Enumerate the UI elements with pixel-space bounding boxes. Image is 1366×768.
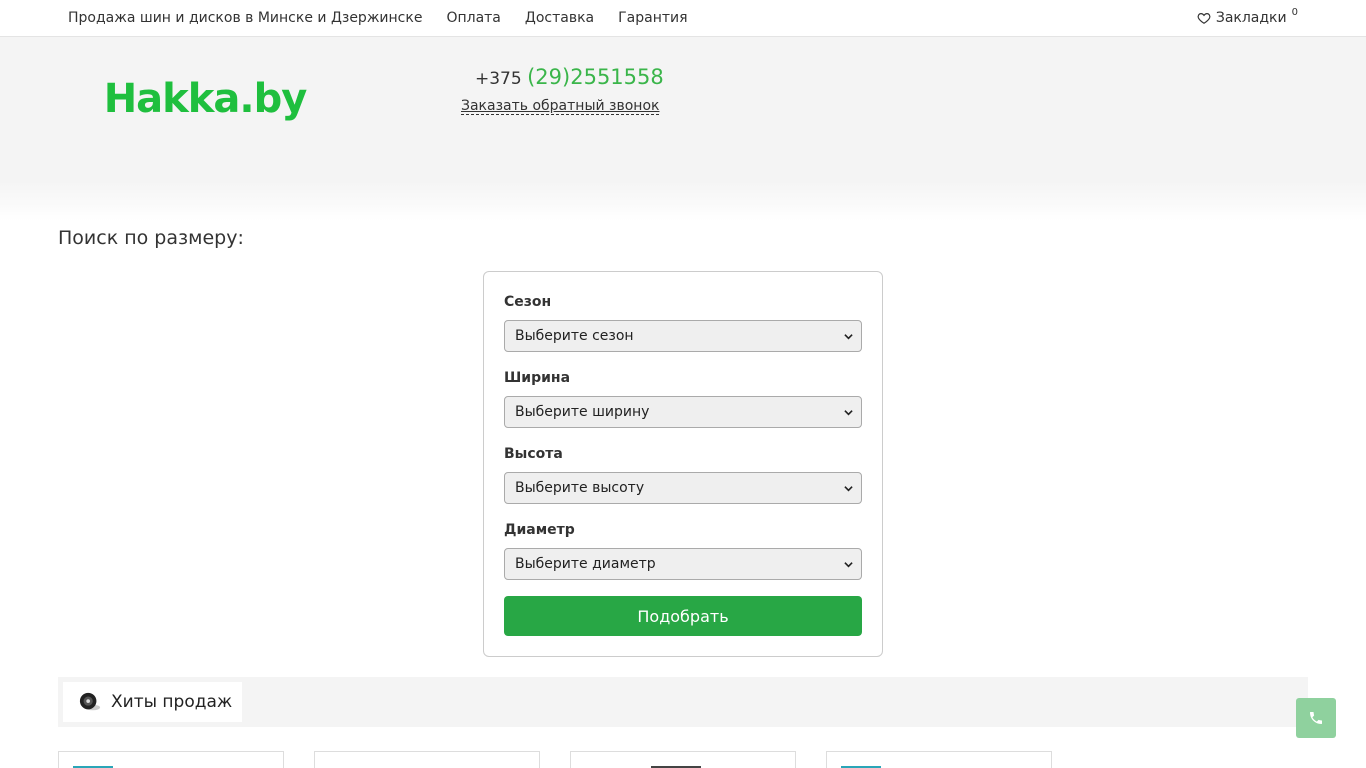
size-search-form: Сезон Выберите сезон Ширина Выберите шир… <box>483 271 883 657</box>
phone-prefix: +375 <box>475 69 522 89</box>
bookmarks-count: 0 <box>1291 6 1298 18</box>
tab-hits[interactable]: Хиты продаж <box>63 682 242 722</box>
nav-link-payment[interactable]: Оплата <box>446 10 500 26</box>
width-select-value: Выберите ширину <box>515 404 650 420</box>
hits-section-bar: Хиты продаж <box>58 677 1308 727</box>
width-select[interactable]: Выберите ширину <box>504 396 862 428</box>
season-select[interactable]: Выберите сезон <box>504 320 862 352</box>
phone-icon <box>1310 712 1322 724</box>
season-label: Сезон <box>504 294 552 310</box>
chevron-down-icon <box>844 410 853 416</box>
product-card[interactable] <box>826 751 1052 768</box>
phone-digits: (29)2551558 <box>527 65 664 89</box>
site-header: Hakka.by +375 (29)2551558 Заказать обрат… <box>0 37 1366 181</box>
season-select-value: Выберите сезон <box>515 328 634 344</box>
tire-icon <box>79 692 101 711</box>
height-select-value: Выберите высоту <box>515 480 645 496</box>
diameter-label: Диаметр <box>504 522 575 538</box>
nav-link-sales[interactable]: Продажа шин и дисков в Минске и Дзержинс… <box>68 10 422 26</box>
callback-link[interactable]: Заказать обратный звонок <box>461 98 660 115</box>
search-title: Поиск по размеру: <box>58 227 244 249</box>
chevron-down-icon <box>844 334 853 340</box>
diameter-select-value: Выберите диаметр <box>515 556 656 572</box>
submit-search-button[interactable]: Подобрать <box>504 596 862 636</box>
diameter-select[interactable]: Выберите диаметр <box>504 548 862 580</box>
logo[interactable]: Hakka.by <box>60 58 350 140</box>
chevron-down-icon <box>844 562 853 568</box>
top-bar: Продажа шин и дисков в Минске и Дзержинс… <box>0 0 1366 37</box>
top-navigation: Продажа шин и дисков в Минске и Дзержинс… <box>68 0 688 36</box>
phone-number[interactable]: +375 (29)2551558 <box>475 65 664 89</box>
height-select[interactable]: Выберите высоту <box>504 472 862 504</box>
hits-title: Хиты продаж <box>111 692 233 712</box>
product-card[interactable] <box>314 751 540 768</box>
header-fade <box>0 181 1366 221</box>
nav-link-warranty[interactable]: Гарантия <box>618 10 687 26</box>
width-label: Ширина <box>504 370 571 386</box>
bookmarks-label: Закладки <box>1215 10 1287 26</box>
chevron-down-icon <box>844 486 853 492</box>
bookmarks-link[interactable]: Закладки 0 <box>1197 0 1298 36</box>
product-cards <box>58 751 1058 768</box>
product-card[interactable] <box>58 751 284 768</box>
heart-icon <box>1197 13 1211 24</box>
logo-text: Hakka.by <box>103 76 308 122</box>
product-card[interactable] <box>570 751 796 768</box>
height-label: Высота <box>504 446 563 462</box>
nav-link-delivery[interactable]: Доставка <box>525 10 594 26</box>
call-button[interactable] <box>1296 698 1336 738</box>
